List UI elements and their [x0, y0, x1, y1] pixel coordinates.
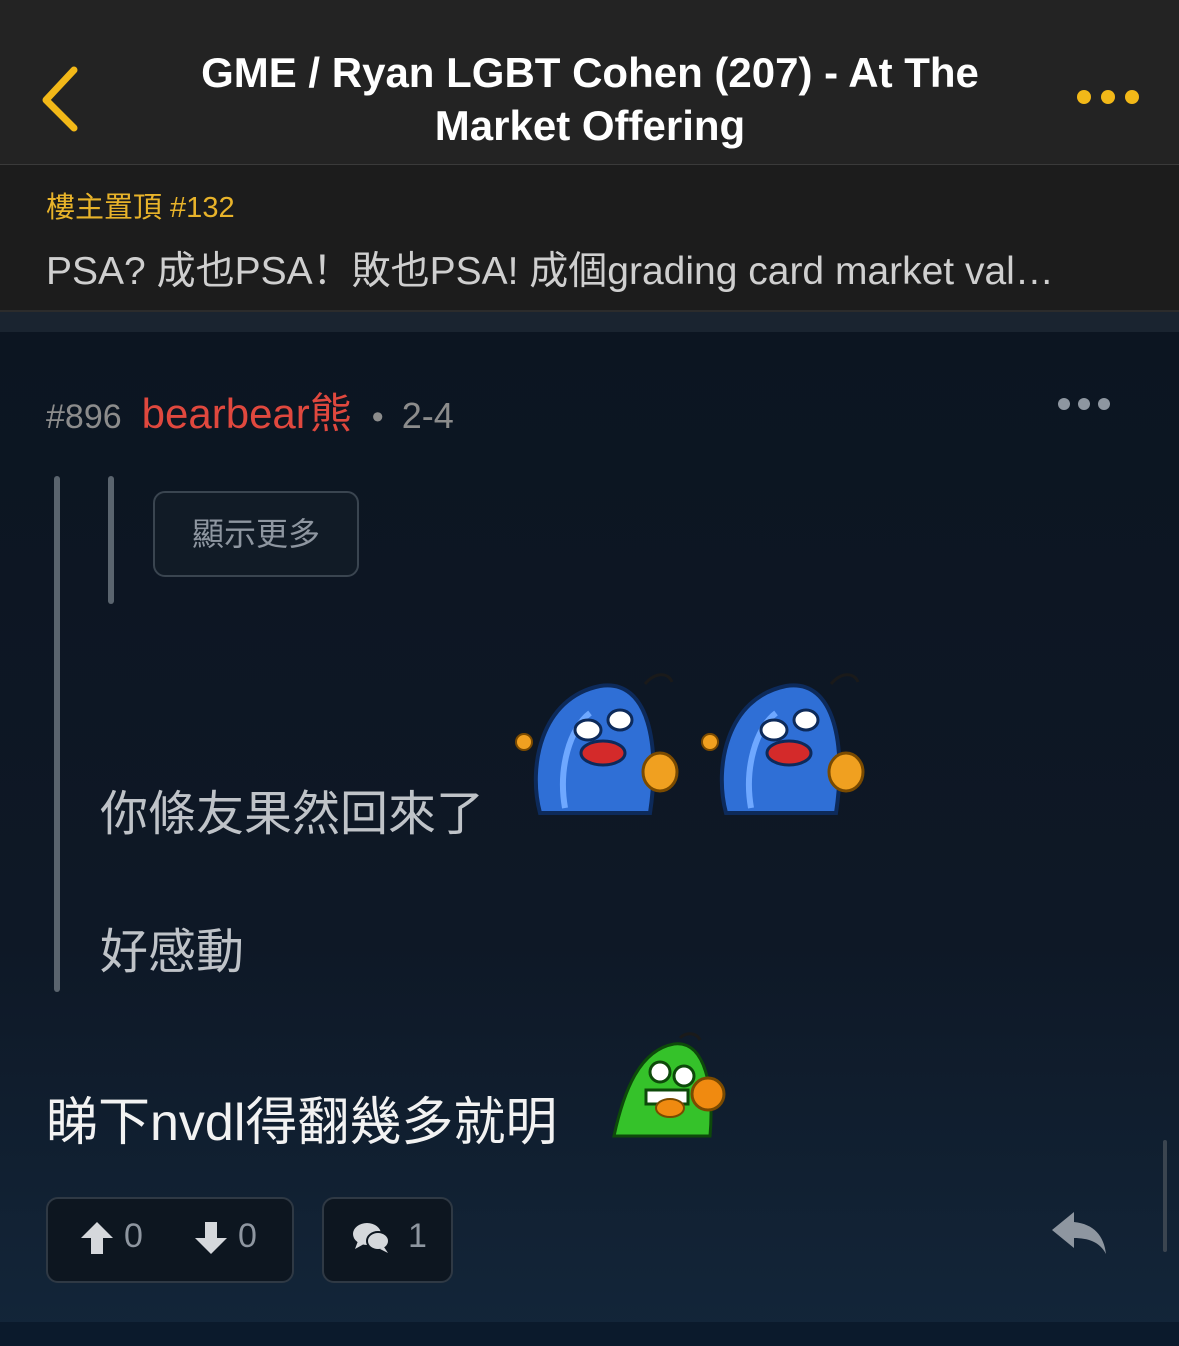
- bottom-strip: [0, 1322, 1179, 1346]
- post-username[interactable]: bearbear熊: [142, 390, 352, 437]
- more-horizontal-icon: [1077, 90, 1139, 104]
- reply-button[interactable]: [1050, 1208, 1110, 1258]
- back-button[interactable]: [34, 62, 90, 132]
- laughing-green-sticker: [612, 1032, 726, 1138]
- downvote-button[interactable]: 0: [194, 1217, 257, 1256]
- pinned-preview-text[interactable]: PSA? 成也PSA！敗也PSA! 成個grading card market …: [46, 240, 1136, 296]
- crying-blue-sticker: [515, 673, 679, 815]
- comments-icon: [353, 1223, 390, 1254]
- thumb-up-arrow-icon: [81, 1222, 113, 1255]
- view-replies-button[interactable]: 1: [322, 1197, 453, 1283]
- thumb-down-arrow-icon: [195, 1222, 227, 1255]
- reply-icon: [1052, 1212, 1106, 1254]
- meta-separator: •: [371, 398, 384, 436]
- crying-blue-sticker: [701, 673, 865, 815]
- section-divider: [0, 312, 1179, 332]
- post-meta: #896 bearbear熊 • 2-4: [46, 380, 454, 441]
- scroll-indicator[interactable]: [1163, 1140, 1167, 1252]
- thread-title-line2: Market Offering: [434, 102, 746, 149]
- thread-title: GME / Ryan LGBT Cohen (207) - At The Mar…: [150, 46, 1030, 152]
- post-number: #896: [46, 398, 122, 436]
- upvote-count: 0: [124, 1217, 143, 1255]
- navigation-header: GME / Ryan LGBT Cohen (207) - At The Mar…: [0, 0, 1179, 165]
- thread-title-line1: GME / Ryan LGBT Cohen (207) - At The: [201, 49, 979, 96]
- reply-count: 1: [352, 1217, 427, 1256]
- thread-more-button[interactable]: [1072, 84, 1144, 110]
- vote-box: 0 0: [46, 1197, 294, 1283]
- post-time: 2-4: [401, 395, 454, 436]
- upvote-button[interactable]: 0: [80, 1217, 143, 1256]
- reply-count-value: 1: [408, 1217, 427, 1255]
- quote-text-line2: 好感動: [100, 926, 245, 979]
- post-more-button[interactable]: [1054, 394, 1114, 414]
- pinned-label: 樓主置頂 #132: [46, 192, 235, 224]
- quote-bar-inner: [108, 476, 114, 604]
- quote-text-line1: 你條友果然回來了: [100, 788, 485, 841]
- post-body-text: 睇下nvdl得翻幾多就明: [46, 1094, 558, 1152]
- chevron-left-icon: [42, 66, 78, 132]
- show-more-button[interactable]: 顯示更多: [153, 491, 359, 577]
- quote-bar-outer: [54, 476, 60, 992]
- downvote-count: 0: [238, 1217, 257, 1255]
- more-horizontal-icon: [1058, 398, 1110, 410]
